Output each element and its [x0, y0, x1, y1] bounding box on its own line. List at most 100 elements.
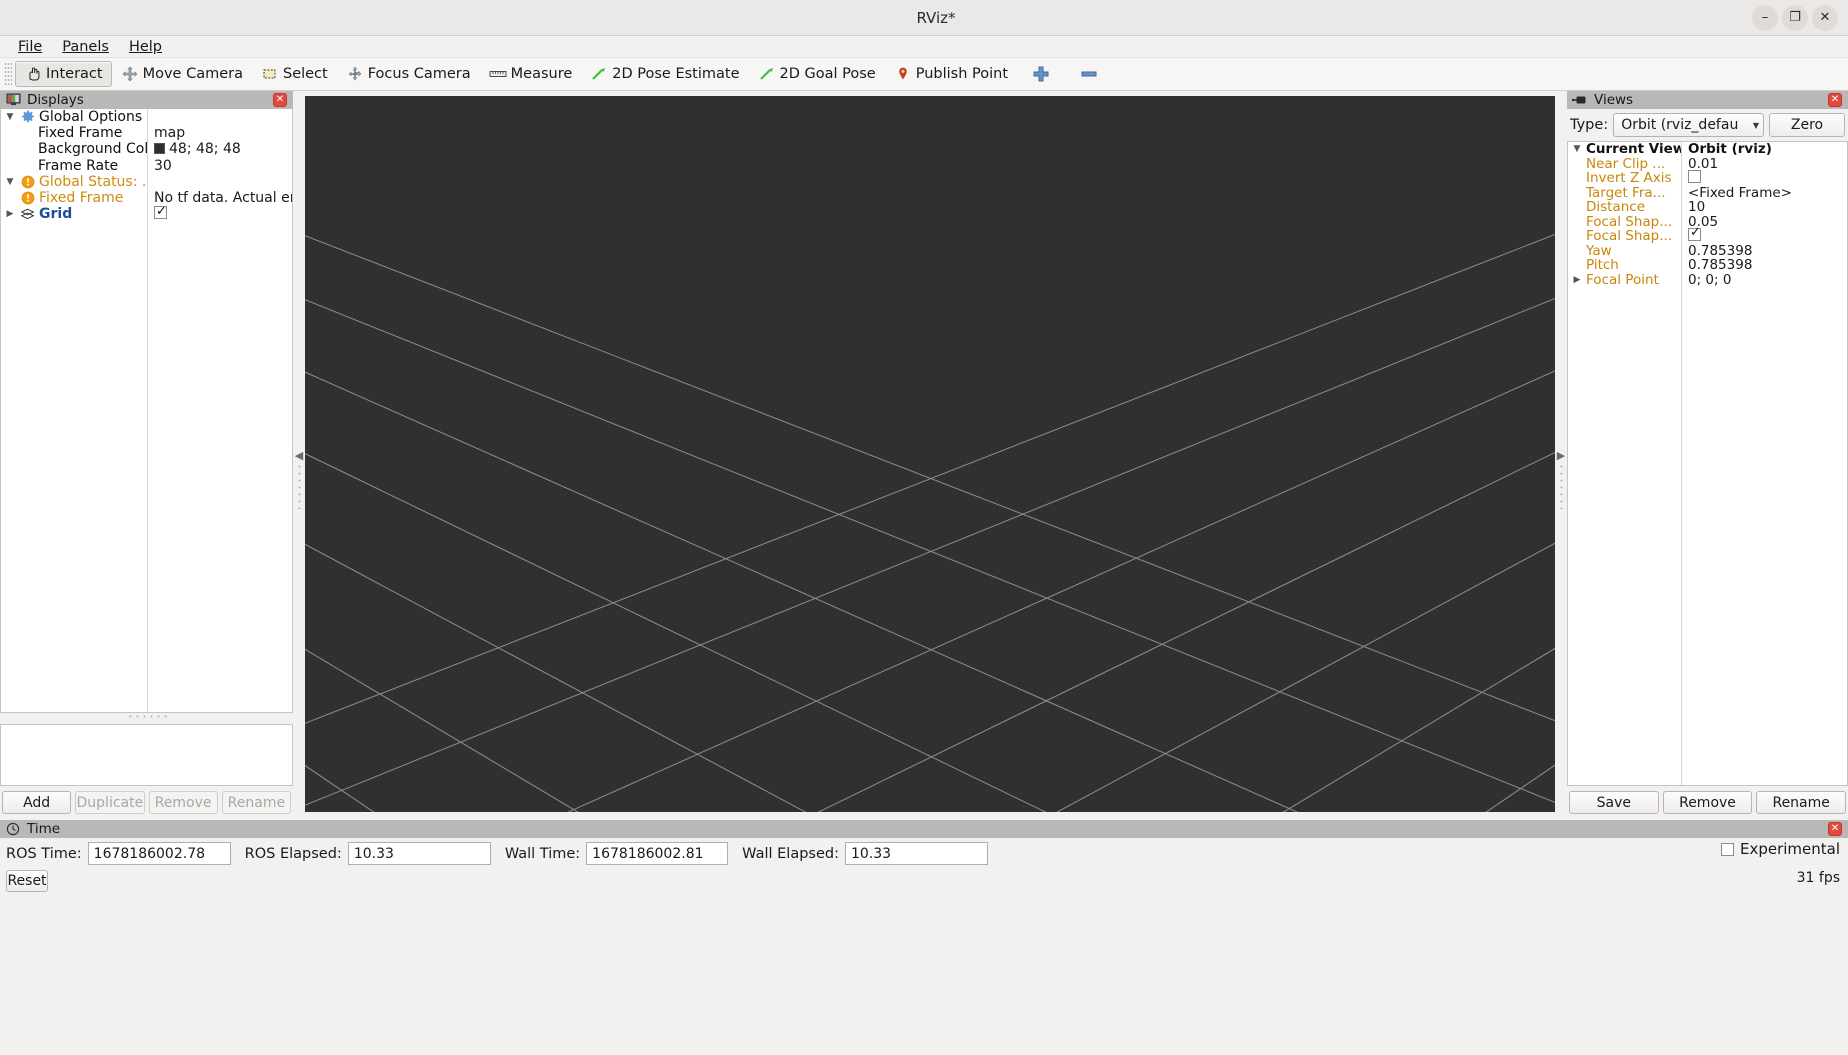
window-titlebar: RViz* – ❐ ✕ — [0, 0, 1848, 36]
tool-interact[interactable]: Interact — [15, 61, 112, 87]
render-viewport-3d[interactable] — [305, 96, 1555, 812]
focus-camera-icon — [346, 65, 364, 83]
close-icon[interactable]: ✕ — [1828, 822, 1842, 836]
grid-enabled-checkbox[interactable] — [154, 205, 167, 220]
tree-value[interactable]: map — [147, 125, 292, 141]
focal-shape-fixed-size-checkbox[interactable] — [1688, 228, 1701, 241]
menu-panels[interactable]: Panels — [52, 37, 119, 57]
tree-value-cell[interactable]: 48; 48; 48 — [147, 141, 292, 157]
tree-value: 48; 48; 48 — [169, 141, 241, 158]
toolbar-drag-handle[interactable] — [4, 62, 12, 86]
displays-panel-titlebar: Displays ✕ — [0, 91, 293, 109]
view-value[interactable]: <Fixed Frame> — [1681, 186, 1847, 201]
ros-time-input[interactable]: 1678186002.78 — [87, 842, 231, 865]
view-row-target-frame[interactable]: Target Fra... <Fixed Frame> — [1568, 186, 1847, 201]
green-arrow-icon — [758, 65, 776, 83]
clock-icon — [4, 820, 22, 838]
chevron-down-icon[interactable]: ▼ — [1, 109, 19, 125]
displays-property-tree[interactable]: ▼ Global Options Fixed Frame map Backgro… — [0, 109, 293, 713]
move-camera-icon — [121, 65, 139, 83]
display-monitor-icon — [4, 91, 22, 109]
tree-value[interactable]: 30 — [147, 158, 292, 174]
close-icon[interactable]: ✕ — [1828, 93, 1842, 107]
view-value[interactable]: 0.05 — [1681, 215, 1847, 230]
right-panel-collapse-splitter[interactable]: ▶ — [1555, 91, 1567, 820]
tool-publish-point[interactable]: Publish Point — [885, 61, 1017, 87]
view-value[interactable]: 0.01 — [1681, 157, 1847, 172]
chevron-down-icon[interactable]: ▼ — [1, 174, 19, 190]
view-row-focal-shape-fixed-size[interactable]: Focal Shap... — [1568, 228, 1847, 245]
view-value[interactable]: 0; 0; 0 — [1681, 273, 1847, 288]
tree-value-cell[interactable] — [147, 205, 292, 223]
views-panel-titlebar: Views ✕ — [1567, 91, 1848, 109]
view-row-pitch[interactable]: Pitch 0.785398 — [1568, 258, 1847, 273]
wall-elapsed-input[interactable]: 10.33 — [844, 842, 988, 865]
reset-button[interactable]: Reset — [6, 870, 48, 892]
tool-2d-goal-pose-label: 2D Goal Pose — [779, 66, 876, 82]
rename-button[interactable]: Rename — [221, 791, 291, 814]
view-row-near-clip[interactable]: Near Clip ... 0.01 — [1568, 157, 1847, 172]
close-icon[interactable]: ✕ — [1812, 4, 1838, 31]
view-label: Invert Z Axis — [1586, 171, 1672, 186]
tool-add-tool[interactable] — [1017, 61, 1065, 87]
splitter-grip — [126, 714, 167, 718]
add-button[interactable]: Add — [2, 791, 72, 814]
tool-measure-label: Measure — [510, 66, 573, 82]
tool-select[interactable]: Select — [252, 61, 337, 87]
invert-z-axis-checkbox[interactable] — [1688, 170, 1701, 183]
wall-time-input[interactable]: 1678186002.81 — [586, 842, 729, 865]
ros-elapsed-input[interactable]: 10.33 — [347, 842, 491, 865]
time-panel-right: Experimental 31 fps — [1720, 840, 1840, 886]
tree-label: Fixed Frame — [39, 190, 124, 207]
displays-splitter[interactable] — [0, 713, 293, 719]
tree-column-splitter[interactable] — [147, 109, 148, 712]
collapse-right-arrow-icon[interactable]: ▶ — [1557, 449, 1565, 462]
plus-icon — [1032, 65, 1050, 83]
duplicate-button[interactable]: Duplicate — [75, 791, 145, 814]
remove-button[interactable]: Remove — [148, 791, 218, 814]
window-title: RViz* — [916, 8, 956, 27]
tool-2d-pose-estimate-label: 2D Pose Estimate — [612, 66, 740, 82]
select-rect-icon — [261, 65, 279, 83]
wall-time-label: Wall Time: — [504, 845, 581, 862]
view-value[interactable]: 0.785398 — [1681, 244, 1847, 259]
view-value[interactable]: 0.785398 — [1681, 258, 1847, 273]
minimize-icon[interactable]: – — [1752, 4, 1778, 31]
tool-move-camera[interactable]: Move Camera — [112, 61, 252, 87]
view-column-splitter[interactable] — [1681, 142, 1682, 785]
view-row-distance[interactable]: Distance 10 — [1568, 200, 1847, 215]
time-panel-titlebar: Time ✕ — [0, 820, 1848, 838]
collapse-left-arrow-icon[interactable]: ◀ — [295, 449, 303, 462]
rename-view-button[interactable]: Rename — [1756, 791, 1847, 814]
view-row-focal-point[interactable]: ▶ Focal Point 0; 0; 0 — [1568, 273, 1847, 288]
chevron-right-icon[interactable]: ▶ — [1568, 273, 1586, 288]
views-property-tree[interactable]: ▼ Current View Orbit (rviz) Near Clip ..… — [1567, 141, 1848, 786]
splitter-grip — [1559, 463, 1563, 509]
view-value-cell[interactable] — [1681, 228, 1847, 245]
chevron-right-icon[interactable]: ▶ — [1, 206, 19, 222]
menu-file[interactable]: File — [8, 37, 52, 57]
tool-2d-pose-estimate[interactable]: 2D Pose Estimate — [581, 61, 748, 87]
view-type-combobox[interactable]: Orbit (rviz_defau ▼ — [1613, 113, 1764, 137]
tool-measure[interactable]: Measure — [480, 61, 582, 87]
zero-button[interactable]: Zero — [1769, 113, 1845, 137]
tool-focus-camera[interactable]: Focus Camera — [337, 61, 480, 87]
warning-icon — [19, 175, 36, 189]
view-value[interactable]: 10 — [1681, 200, 1847, 215]
experimental-checkbox[interactable] — [1720, 842, 1734, 856]
remove-view-button[interactable]: Remove — [1662, 791, 1753, 814]
tool-2d-goal-pose[interactable]: 2D Goal Pose — [749, 61, 885, 87]
tool-remove-tool[interactable] — [1065, 61, 1113, 87]
view-row-yaw[interactable]: Yaw 0.785398 — [1568, 244, 1847, 259]
tree-label: Global Options — [39, 109, 143, 126]
chevron-down-icon[interactable]: ▼ — [1568, 142, 1586, 157]
maximize-icon[interactable]: ❐ — [1782, 4, 1808, 31]
view-row-focal-shape-size[interactable]: Focal Shap... 0.05 — [1568, 215, 1847, 230]
view-row-current-view[interactable]: ▼ Current View Orbit (rviz) — [1568, 142, 1847, 157]
save-button[interactable]: Save — [1569, 791, 1659, 814]
view-row-invert-z-axis[interactable]: Invert Z Axis — [1568, 170, 1847, 187]
left-panel-collapse-splitter[interactable]: ◀ — [293, 91, 305, 820]
menu-help[interactable]: Help — [119, 37, 172, 57]
close-icon[interactable]: ✕ — [273, 93, 287, 107]
view-value-cell[interactable] — [1681, 170, 1847, 187]
